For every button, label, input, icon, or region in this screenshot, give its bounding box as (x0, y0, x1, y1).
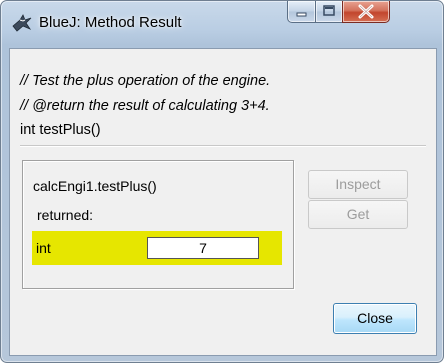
separator (20, 145, 426, 147)
method-comment-line-2: // @return the result of calculating 3+4… (20, 98, 270, 114)
window-close-button[interactable] (342, 1, 390, 23)
maximize-button[interactable] (315, 1, 343, 23)
result-value-field[interactable]: 7 (147, 237, 259, 259)
close-icon (358, 4, 374, 19)
dialog-body: // Test the plus operation of the engine… (9, 48, 437, 356)
window-title: BlueJ: Method Result (39, 14, 182, 31)
bluej-bird-icon (11, 12, 33, 34)
result-value-row[interactable]: int 7 (32, 231, 282, 265)
method-result-window: BlueJ: Method Result // Test the plus op… (0, 0, 444, 363)
minimize-icon (296, 12, 307, 17)
close-button[interactable]: Close (333, 303, 417, 334)
result-expression: calcEngi1.testPlus() (33, 178, 157, 194)
result-type: int (36, 240, 51, 256)
maximize-icon (323, 5, 335, 16)
get-button[interactable]: Get (308, 200, 408, 229)
inspect-button[interactable]: Inspect (308, 170, 408, 199)
minimize-button[interactable] (287, 1, 316, 23)
result-panel: calcEngi1.testPlus() returned: int 7 (22, 160, 294, 289)
returned-label: returned: (37, 207, 94, 223)
title-bar[interactable]: BlueJ: Method Result (1, 1, 443, 47)
method-comment-line-1: // Test the plus operation of the engine… (20, 73, 271, 89)
method-signature: int testPlus() (20, 122, 101, 138)
